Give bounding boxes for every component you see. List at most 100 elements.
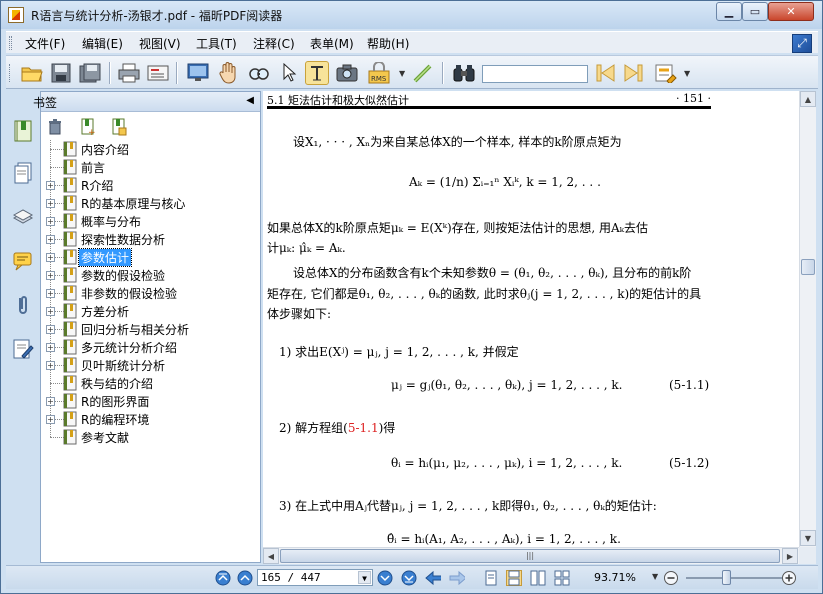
expand-icon[interactable]: + [46,325,55,334]
vertical-scroll-thumb[interactable] [801,259,815,275]
bookmark-item[interactable]: + 多元统计分析介绍 [41,338,260,356]
search-prev-icon[interactable] [593,61,617,85]
toolbar-grip[interactable] [9,64,12,82]
document-view[interactable]: 5.1 矩法估计和极大似然估计 · 151 · 设X₁, · · · , Xₙ为… [263,91,799,547]
bookmark-item[interactable]: 前言 [41,158,260,176]
continuous-facing-view-icon[interactable] [554,570,570,586]
save-as-icon[interactable] [78,61,102,85]
bookmark-label[interactable]: R介绍 [79,177,115,194]
expand-icon[interactable]: + [46,199,55,208]
expand-icon[interactable]: + [46,415,55,424]
zoom-in-icon[interactable] [781,570,797,586]
bookmark-label[interactable]: 多元统计分析介绍 [79,339,179,356]
hand-icon[interactable] [216,61,240,85]
expand-icon[interactable]: + [46,343,55,352]
rms-icon[interactable]: RMS [367,61,391,85]
bookmark-properties-icon[interactable] [109,117,129,137]
rms-dropdown-icon[interactable]: ▼ [399,69,405,78]
menu-edit[interactable]: 编辑(E) [82,35,123,52]
bookmark-label[interactable]: R的编程环境 [79,411,151,428]
scroll-right-icon[interactable]: ▶ [782,548,798,564]
add-bookmark-icon[interactable]: + [78,117,98,137]
next-page-icon[interactable] [377,570,393,586]
bookmarks-panel-icon[interactable] [11,119,35,143]
scroll-down-icon[interactable]: ▼ [800,530,816,546]
collapse-panel-icon[interactable]: ◀ [246,95,254,106]
signatures-panel-icon[interactable] [11,337,35,361]
save-icon[interactable] [49,61,73,85]
pages-panel-icon[interactable] [11,161,35,185]
go-back-icon[interactable] [425,570,441,586]
horizontal-scrollbar[interactable]: ◀ ||| ▶ [263,547,799,564]
menu-grip[interactable] [9,36,12,50]
bookmark-label[interactable]: 前言 [79,159,107,176]
expand-icon[interactable]: + [46,235,55,244]
expand-icon[interactable]: + [46,361,55,370]
bookmark-item[interactable]: + 概率与分布 [41,212,260,230]
bookmark-label[interactable]: 参数估计 [77,248,133,267]
highlight-dropdown-icon[interactable]: ▼ [684,69,690,78]
bookmark-label[interactable]: R的图形界面 [79,393,151,410]
zoom-dropdown-icon[interactable]: ▼ [652,572,658,581]
attachments-panel-icon[interactable] [11,293,35,317]
menu-form[interactable]: 表单(M) [310,35,354,52]
bookmark-item[interactable]: + 回归分析与相关分析 [41,320,260,338]
vertical-scrollbar[interactable]: ▲ ▼ [799,91,816,547]
bookmark-label[interactable]: 非参数的假设检验 [79,285,179,302]
equation-reference-link[interactable]: 5-1.1 [348,421,379,435]
continuous-view-icon[interactable] [506,570,522,586]
snapshot-icon[interactable] [335,61,359,85]
bookmark-item[interactable]: + 参数估计 [41,248,260,267]
comments-panel-icon[interactable] [11,249,35,273]
maximize-button[interactable]: ▭ [742,2,768,21]
bookmark-label[interactable]: 概率与分布 [79,213,143,230]
text-select-icon[interactable] [305,61,329,85]
bookmark-item[interactable]: + 参数的假设检验 [41,266,260,284]
zoom-slider-thumb[interactable] [722,570,731,585]
bookmark-label[interactable]: R的基本原理与核心 [79,195,187,212]
facing-view-icon[interactable] [530,570,546,586]
first-page-icon[interactable] [215,570,231,586]
last-page-icon[interactable] [401,570,417,586]
bookmark-label[interactable]: 方差分析 [79,303,131,320]
bookmark-label[interactable]: 回归分析与相关分析 [79,321,191,338]
bookmark-label[interactable]: 参数的假设检验 [79,267,167,284]
bookmark-item[interactable]: + R的图形界面 [41,392,260,410]
expand-icon[interactable]: + [46,289,55,298]
restore-layout-icon[interactable]: ⤢ [792,34,812,53]
search-next-icon[interactable] [622,61,646,85]
close-button[interactable]: ✕ [768,2,814,21]
bookmark-label[interactable]: 贝叶斯统计分析 [79,357,167,374]
bookmark-item[interactable]: 参考文献 [41,428,260,446]
bookmark-label[interactable]: 秩与结的介绍 [79,375,155,392]
menu-comment[interactable]: 注释(C) [253,35,295,52]
expand-icon[interactable]: + [46,307,55,316]
menu-help[interactable]: 帮助(H) [367,35,409,52]
bookmark-item[interactable]: + 非参数的假设检验 [41,284,260,302]
bookmark-item[interactable]: + R介绍 [41,176,260,194]
menu-file[interactable]: 文件(F) [25,35,65,52]
expand-icon[interactable]: + [46,181,55,190]
zoom-glass-icon[interactable] [247,61,271,85]
bookmark-label[interactable]: 内容介绍 [79,141,131,158]
properties-icon[interactable] [146,61,170,85]
horizontal-scroll-thumb[interactable]: ||| [280,549,780,563]
scroll-left-icon[interactable]: ◀ [263,548,279,564]
delete-bookmark-icon[interactable] [45,117,65,137]
bookmark-item[interactable]: + R的编程环境 [41,410,260,428]
expand-icon[interactable]: + [46,217,55,226]
select-arrow-icon[interactable] [277,61,301,85]
minimize-button[interactable]: ▁ [716,2,742,21]
menu-tools[interactable]: 工具(T) [196,35,237,52]
page-number-field[interactable]: 165 / 447 ▼ [257,569,373,586]
bookmark-item[interactable]: + 探索性数据分析 [41,230,260,248]
binoculars-icon[interactable] [452,61,476,85]
bookmark-item[interactable]: + 贝叶斯统计分析 [41,356,260,374]
zoom-slider-track[interactable] [686,577,782,579]
expand-icon[interactable]: + [46,397,55,406]
print-icon[interactable] [117,61,141,85]
search-input[interactable] [482,65,588,83]
fullscreen-icon[interactable] [186,61,210,85]
open-icon[interactable] [20,61,44,85]
highlight-icon[interactable] [654,61,678,85]
